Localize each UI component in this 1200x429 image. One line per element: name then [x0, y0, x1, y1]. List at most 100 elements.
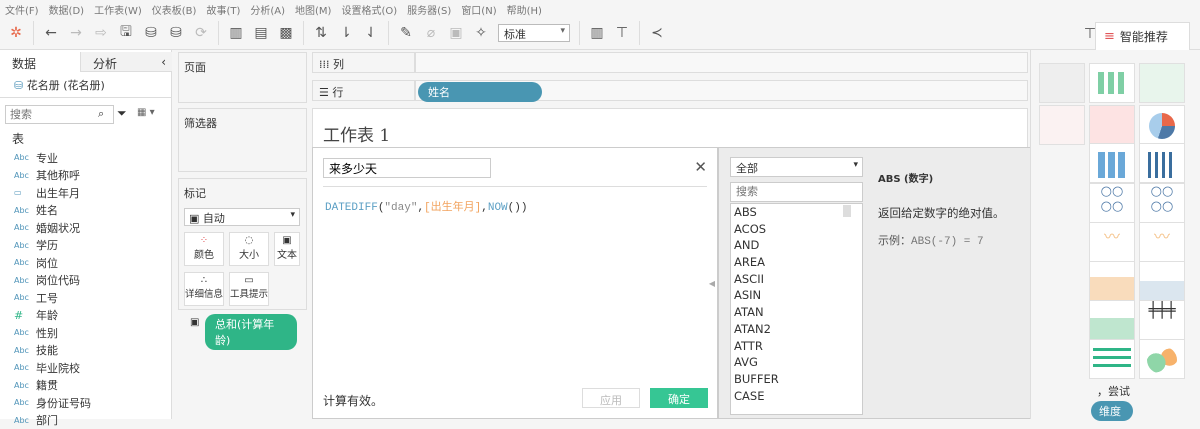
function-item[interactable]: AND — [731, 237, 862, 254]
menu-server[interactable]: 服务器(S) — [402, 0, 456, 17]
ok-button[interactable]: 确定 — [650, 388, 708, 408]
apply-button[interactable]: 应用 — [582, 388, 640, 408]
sort-asc-icon[interactable]: ⇂ — [338, 25, 354, 41]
share-icon[interactable]: ≺ — [649, 25, 665, 41]
function-item[interactable]: AREA — [731, 254, 862, 271]
presentation-icon[interactable]: ⊤ — [614, 25, 630, 41]
function-item[interactable]: ACOS — [731, 221, 862, 238]
text-button[interactable]: ▣文本 — [274, 232, 300, 266]
function-item[interactable]: AVG — [731, 354, 862, 371]
field-item[interactable]: Abc部门 — [0, 412, 170, 429]
new-worksheet-icon[interactable]: ▥ — [228, 25, 244, 41]
new-datasource-icon[interactable]: ⛁ — [143, 25, 159, 41]
tooltip-button[interactable]: ▭工具提示 — [229, 272, 269, 306]
tab-analysis[interactable]: 分析‹ — [80, 52, 172, 72]
chart-thumb-side-bar[interactable] — [1139, 143, 1185, 183]
function-item[interactable]: CASE — [731, 388, 862, 405]
chart-thumb-stacked-bar[interactable] — [1089, 143, 1135, 183]
chart-thumb-highlight-table[interactable] — [1139, 63, 1185, 103]
field-item[interactable]: Abc专业 — [0, 149, 170, 167]
detail-button[interactable]: ∴详细信息 — [184, 272, 224, 306]
function-item[interactable]: ASCII — [731, 271, 862, 288]
tab-data[interactable]: 数据 — [0, 52, 80, 72]
label-icon[interactable]: ▣ — [448, 25, 464, 41]
function-category-select[interactable]: 全部▾ — [730, 157, 863, 177]
formula-editor[interactable]: DATEDIFF("day",[出生年月],NOW()) — [325, 198, 527, 214]
highlight-icon[interactable]: ✎ — [398, 25, 414, 41]
field-item[interactable]: Abc毕业院校 — [0, 359, 170, 377]
chart-thumb-area[interactable] — [1089, 261, 1135, 301]
chart-thumb-filled-map[interactable] — [1089, 105, 1135, 145]
refresh-icon[interactable]: ⟳ — [193, 25, 209, 41]
menu-data[interactable]: 数据(D) — [44, 0, 90, 17]
function-item[interactable]: ATTR — [731, 338, 862, 355]
chart-thumb-packed-bubbles[interactable] — [1139, 339, 1185, 379]
swap-icon[interactable]: ⇅ — [313, 25, 329, 41]
collapse-icon[interactable]: ‹ — [161, 55, 166, 69]
collapse-panel-icon[interactable]: ◀ — [709, 279, 715, 288]
field-item[interactable]: Abc性别 — [0, 324, 170, 342]
field-item[interactable]: Abc身份证号码 — [0, 394, 170, 412]
menu-dashboard[interactable]: 仪表板(B) — [147, 0, 202, 17]
field-item[interactable]: ▭出生年月 — [0, 184, 170, 202]
field-item[interactable]: Abc学历 — [0, 237, 170, 255]
filters-card[interactable]: 筛选器 — [178, 108, 307, 172]
marks-measure-pill[interactable]: 总和(计算年龄) — [205, 314, 297, 350]
menu-worksheet[interactable]: 工作表(W) — [89, 0, 147, 17]
function-item[interactable]: ASIN — [731, 287, 862, 304]
chart-thumb-dual-line[interactable]: 〰 — [1139, 222, 1185, 262]
group-icon[interactable]: ⌀ — [423, 25, 439, 41]
close-icon[interactable]: ✕ — [694, 158, 707, 176]
clear-sheet-icon[interactable]: ▩ — [278, 25, 294, 41]
fit-select[interactable]: 标准 — [498, 24, 570, 42]
menu-format[interactable]: 设置格式(O) — [336, 0, 402, 17]
chart-thumb-circle[interactable]: ○○○○ — [1089, 183, 1135, 223]
tableau-logo-icon[interactable]: ✲ — [8, 25, 24, 41]
function-item[interactable]: ATAN — [731, 304, 862, 321]
show-cards-icon[interactable]: ▥ — [589, 25, 605, 41]
function-item[interactable]: ATAN2 — [731, 321, 862, 338]
color-button[interactable]: ⁘颜色 — [184, 232, 224, 266]
back-icon[interactable]: ← — [43, 25, 59, 41]
sheet-title[interactable]: 工作表 1 — [323, 121, 390, 146]
smart-recommend-tab[interactable]: ≡ 智能推荐 — [1095, 22, 1190, 50]
chart-thumb-histogram[interactable] — [1089, 300, 1135, 340]
size-button[interactable]: ◌大小 — [229, 232, 269, 266]
chart-thumb-text-table[interactable] — [1039, 63, 1085, 103]
field-item[interactable]: Abc姓名 — [0, 202, 170, 220]
chart-thumb-side-circle[interactable]: ○○○○ — [1139, 183, 1185, 223]
field-item[interactable]: Abc岗位 — [0, 254, 170, 272]
field-item[interactable]: #年龄 — [0, 307, 170, 325]
menu-analysis[interactable]: 分析(A) — [245, 0, 290, 17]
field-item[interactable]: Abc岗位代码 — [0, 272, 170, 290]
pages-card[interactable]: 页面 — [178, 52, 307, 103]
datasource[interactable]: ⛁ 花名册 (花名册) — [14, 77, 105, 93]
rows-pill[interactable]: 姓名 — [418, 82, 542, 102]
menu-story[interactable]: 故事(T) — [201, 0, 245, 17]
menu-window[interactable]: 窗口(N) — [456, 0, 501, 17]
function-list-scrollbar[interactable] — [843, 205, 851, 217]
calc-name-input[interactable] — [323, 158, 491, 178]
chart-thumb-pie[interactable] — [1139, 105, 1185, 145]
field-item[interactable]: Abc技能 — [0, 342, 170, 360]
menu-file[interactable]: 文件(F) — [0, 0, 44, 17]
menu-help[interactable]: 帮助(H) — [502, 0, 547, 17]
pin-icon[interactable]: ✧ — [473, 25, 489, 41]
pause-update-icon[interactable]: ⛁ — [168, 25, 184, 41]
forward-icon[interactable]: → — [68, 25, 84, 41]
filter-icon[interactable]: ⏷ — [117, 106, 127, 121]
chart-thumb-heatmap[interactable] — [1089, 63, 1135, 103]
field-item[interactable]: Abc籍贯 — [0, 377, 170, 395]
chart-thumb-line-discrete[interactable]: 〰 — [1089, 222, 1135, 262]
menu-map[interactable]: 地图(M) — [290, 0, 336, 17]
function-item[interactable]: BUFFER — [731, 371, 862, 388]
field-item[interactable]: Abc婚姻状况 — [0, 219, 170, 237]
sort-desc-icon[interactable]: ⇃ — [363, 25, 379, 41]
field-item[interactable]: Abc工号 — [0, 289, 170, 307]
chart-thumb-dual-combo[interactable] — [1139, 261, 1185, 301]
chart-thumb-bullet[interactable] — [1089, 339, 1135, 379]
duplicate-sheet-icon[interactable]: ▤ — [253, 25, 269, 41]
field-item[interactable]: Abc其他称呼 — [0, 167, 170, 185]
chart-thumb-symbol-map[interactable] — [1039, 105, 1085, 145]
redo-icon[interactable]: ⇨ — [93, 25, 109, 41]
